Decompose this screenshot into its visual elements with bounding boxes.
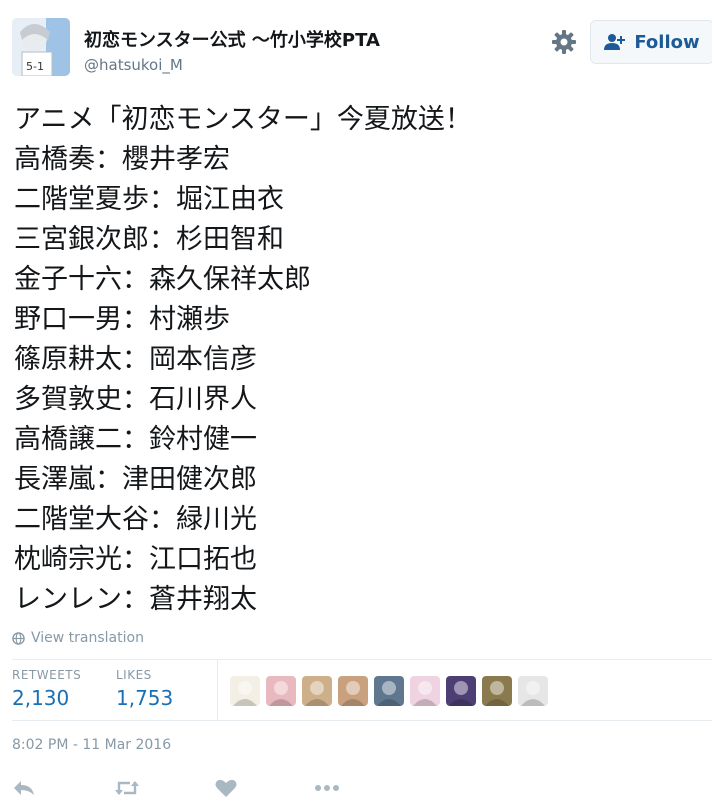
heart-icon[interactable] (214, 778, 240, 800)
add-user-icon (604, 34, 626, 50)
reply-icon[interactable] (12, 778, 38, 800)
liker-avatar[interactable] (518, 676, 548, 706)
liker-avatar[interactable] (482, 676, 512, 706)
retweets-label: RETWEETS (12, 668, 82, 682)
tweet-header: 5-1 初恋モンスター公式 〜竹小学校PTA @hatsukoi_M Follo… (12, 18, 712, 82)
tweet-timestamp[interactable]: 8:02 PM - 11 Mar 2016 (12, 737, 171, 753)
liker-avatar[interactable] (410, 676, 440, 706)
tweet-line: 高橋譲二：鈴村健一 (14, 424, 257, 455)
tweet-line: 野口一男：村瀬歩 (14, 304, 230, 335)
profile-avatar[interactable]: 5-1 (12, 18, 70, 76)
liker-avatar[interactable] (446, 676, 476, 706)
tweet-line: 枕崎宗光：江口拓也 (14, 544, 257, 575)
retweet-icon[interactable] (114, 778, 140, 800)
tweet-line: アニメ「初恋モンスター」今夏放送！ (14, 104, 472, 135)
liker-avatars (230, 676, 548, 706)
gear-icon[interactable] (550, 28, 578, 56)
view-translation-label: View translation (31, 630, 144, 646)
follow-button[interactable]: Follow (590, 20, 712, 64)
liker-avatar[interactable] (302, 676, 332, 706)
likes-count: 1,753 (116, 686, 174, 710)
retweets-stat[interactable]: RETWEETS 2,130 (12, 668, 81, 710)
tweet-line: 長澤嵐：津田健次郎 (14, 464, 257, 495)
svg-text:5-1: 5-1 (26, 60, 44, 73)
liker-avatar[interactable] (266, 676, 296, 706)
globe-icon (12, 631, 25, 645)
tweet-line: 篠原耕太：岡本信彦 (14, 344, 257, 375)
tweet-text: アニメ「初恋モンスター」今夏放送！ 高橋奏：櫻井孝宏 二階堂夏歩：堀江由衣 三宮… (14, 100, 704, 620)
user-handle[interactable]: @hatsukoi_M (84, 56, 183, 74)
tweet-stats: RETWEETS 2,130 LIKES 1,753 (12, 659, 712, 721)
tweet-line: 二階堂大谷：緑川光 (14, 504, 257, 535)
tweet-line: 三宮銀次郎：杉田智和 (14, 224, 284, 255)
stats-divider (217, 660, 218, 720)
likes-label: LIKES (116, 668, 152, 682)
liker-avatar[interactable] (230, 676, 260, 706)
liker-avatar[interactable] (374, 676, 404, 706)
more-icon[interactable] (314, 778, 340, 800)
display-name[interactable]: 初恋モンスター公式 〜竹小学校PTA (84, 26, 380, 52)
retweets-count: 2,130 (12, 686, 70, 710)
tweet-actions (12, 778, 712, 800)
tweet-line: レンレン：蒼井翔太 (14, 584, 257, 615)
avatar-image: 5-1 (12, 18, 70, 76)
tweet-line: 高橋奏：櫻井孝宏 (14, 144, 230, 175)
likes-stat[interactable]: LIKES 1,753 (116, 668, 173, 710)
view-translation-link[interactable]: View translation (12, 630, 144, 646)
liker-avatar[interactable] (338, 676, 368, 706)
tweet-line: 多賀敦史：石川界人 (14, 384, 257, 415)
tweet-line: 金子十六：森久保祥太郎 (14, 264, 311, 295)
follow-label: Follow (634, 31, 700, 53)
tweet-line: 二階堂夏歩：堀江由衣 (14, 184, 284, 215)
